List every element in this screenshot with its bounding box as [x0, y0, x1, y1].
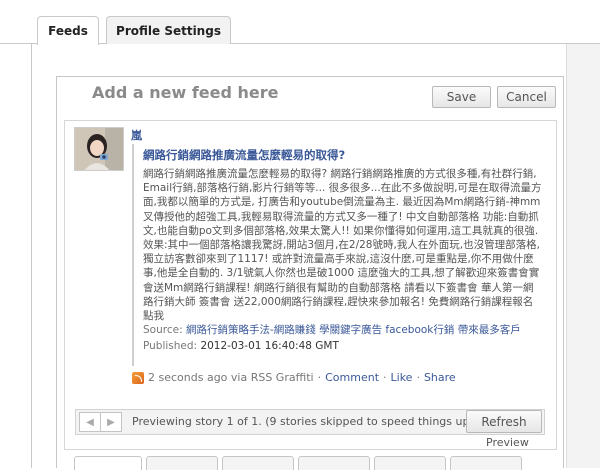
story-attribution: 2 seconds ago via RSS Graffiti · Comment… [132, 371, 456, 384]
published-label: Published: [143, 340, 198, 353]
author-name-link[interactable]: 嵐 [131, 127, 142, 143]
right-side-panel [566, 44, 600, 468]
refresh-button[interactable]: Refresh [466, 410, 542, 433]
add-feed-title: Add a new feed here [92, 83, 279, 102]
tab-feeds[interactable]: Feeds [37, 16, 99, 45]
tab-profile-settings[interactable]: Profile Settings [106, 16, 231, 45]
story-preview-card: 網路行銷網路推廣流量怎麼輕易的取得? 網路行銷網路推廣流量怎麼輕易的取得? 網路… [132, 144, 542, 366]
story-published: Published: 2012-03-01 16:40:48 GMT [143, 340, 542, 352]
rss-graffiti-icon [132, 371, 144, 384]
like-link[interactable]: Like [391, 371, 413, 384]
story-title-link[interactable]: 網路行銷網路推廣流量怎麼輕易的取得? [143, 148, 542, 163]
pager-status-text: Previewing story 1 of 1. (9 stories skip… [132, 415, 478, 428]
separator: · [317, 371, 322, 384]
story-source: Source: 網路行銷策略手法-網路賺錢 學關鍵字廣告 facebook行銷 … [143, 323, 542, 337]
separator: · [383, 371, 387, 384]
preview-label: Preview [486, 436, 529, 449]
comment-link[interactable]: Comment [325, 371, 379, 384]
story-body-text: 網路行銷網路推廣流量怎麼輕易的取得? 網路行銷網路推廣的方式很多種,有社群行銷,… [143, 168, 542, 323]
published-value: 2012-03-01 16:40:48 GMT [200, 340, 339, 353]
source-link[interactable]: 網路行銷策略手法-網路賺錢 學關鍵字廣告 facebook行銷 帶來最多客戶 [186, 324, 521, 336]
source-label: Source: [143, 324, 183, 337]
next-story-button[interactable]: ▶ [100, 412, 122, 432]
save-button[interactable]: Save [432, 86, 491, 108]
profile-photo-icon [75, 128, 123, 170]
separator: · [416, 371, 420, 384]
tab-bar: Feeds Profile Settings [0, 0, 600, 45]
previous-story-button[interactable]: ◀ [79, 412, 101, 432]
share-link[interactable]: Share [424, 371, 456, 384]
cancel-button[interactable]: Cancel [497, 86, 556, 108]
attribution-text: 2 seconds ago via RSS Graffiti [148, 371, 314, 384]
avatar[interactable] [74, 127, 124, 171]
